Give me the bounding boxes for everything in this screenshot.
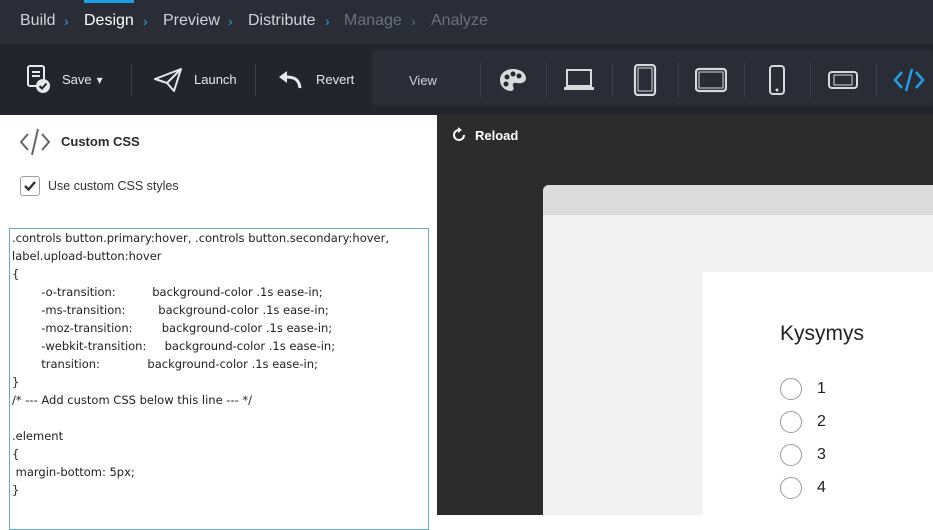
view-label: View (409, 73, 437, 88)
code-line: -ms-transition: background-color .1s eas… (12, 303, 329, 317)
option-label: 1 (817, 380, 826, 397)
radio-button[interactable] (780, 444, 802, 466)
option-label: 3 (817, 446, 826, 463)
save-button[interactable]: Save ▾ (26, 44, 112, 115)
code-icon[interactable] (891, 62, 927, 98)
radio-button[interactable] (780, 411, 802, 433)
radio-button[interactable] (780, 477, 802, 499)
preview-frame: Kysymys 1 2 3 4 (543, 185, 933, 515)
view-divider (810, 62, 811, 98)
nav-build[interactable]: Build (20, 12, 56, 30)
question-title: Kysymys (780, 322, 864, 345)
phone-landscape-icon[interactable] (825, 62, 861, 98)
preview-panel: Reload Kysymys 1 2 3 4 (437, 115, 933, 515)
save-document-icon (26, 64, 52, 95)
option-label: 4 (817, 479, 826, 496)
code-line: -moz-transition: background-color .1s ea… (12, 321, 333, 335)
preview-frame-header (543, 185, 933, 215)
tablet-portrait-icon[interactable] (627, 62, 663, 98)
chevron-right-icon: › (143, 13, 148, 29)
view-divider (744, 62, 745, 98)
chevron-down-icon: ▾ (96, 72, 103, 87)
code-line: { (12, 447, 20, 461)
question-card: Kysymys 1 2 3 4 (703, 272, 933, 515)
code-line: .controls button.primary:hover, .control… (12, 231, 390, 245)
palette-icon[interactable] (495, 62, 531, 98)
code-line: .element (12, 429, 64, 443)
nav-preview[interactable]: Preview (163, 12, 220, 30)
code-icon (19, 127, 51, 162)
code-line: margin-bottom: 5px; (12, 465, 135, 479)
answer-option[interactable]: 1 (780, 378, 933, 402)
desktop-icon[interactable] (561, 62, 597, 98)
toolbar-divider (255, 64, 256, 96)
panel-title: Custom CSS (61, 134, 140, 149)
code-line: /* --- Add custom CSS below this line --… (12, 393, 253, 407)
revert-label: Revert (316, 72, 355, 87)
answer-option[interactable]: 3 (780, 444, 933, 468)
toolbar-divider (131, 64, 132, 96)
checkmark-icon (24, 181, 36, 192)
chevron-right-icon: › (228, 13, 233, 29)
chevron-right-icon: › (325, 13, 330, 29)
answer-option[interactable]: 4 (780, 477, 933, 501)
code-line: transition: background-color .1s ease-in… (12, 357, 318, 371)
code-line: { (12, 267, 20, 281)
launch-label: Launch (194, 72, 237, 87)
custom-css-checkbox[interactable] (20, 176, 40, 196)
code-line: -o-transition: background-color .1s ease… (12, 285, 323, 299)
view-divider (876, 62, 877, 98)
toolbar: Save ▾ Launch Revert View (0, 44, 933, 115)
option-label: 2 (817, 413, 826, 430)
view-divider (678, 62, 679, 98)
custom-css-checkbox-label[interactable]: Use custom CSS styles (48, 179, 179, 193)
code-line: } (12, 375, 20, 389)
nav-analyze: Analyze (431, 12, 488, 29)
radio-button[interactable] (780, 378, 802, 400)
code-line: } (12, 483, 20, 497)
save-label: Save (62, 72, 92, 87)
view-divider (612, 62, 613, 98)
launch-button[interactable]: Launch (154, 44, 240, 115)
paper-plane-icon (154, 67, 182, 92)
custom-css-panel: Custom CSS Use custom CSS styles .contro… (0, 115, 437, 530)
undo-arrow-icon (278, 70, 302, 90)
chevron-right-icon: › (64, 13, 69, 29)
chevron-right-icon: › (411, 13, 416, 29)
css-code-editor[interactable]: .controls button.primary:hover, .control… (9, 228, 429, 530)
nav-distribute[interactable]: Distribute (248, 12, 316, 30)
nav-manage: Manage (344, 12, 402, 29)
phone-portrait-icon[interactable] (759, 62, 795, 98)
reload-icon (451, 127, 467, 143)
nav-design[interactable]: Design (84, 12, 134, 30)
tablet-landscape-icon[interactable] (693, 62, 729, 98)
code-line: -webkit-transition: background-color .1s… (12, 339, 336, 353)
answer-option[interactable]: 2 (780, 411, 933, 435)
reload-label: Reload (475, 127, 519, 143)
view-divider (480, 62, 481, 98)
view-divider (546, 62, 547, 98)
revert-button[interactable]: Revert (278, 44, 358, 115)
active-tab-indicator (84, 0, 134, 3)
code-line: label.upload-button:hover (12, 249, 162, 263)
top-nav: Build › Design › Preview › Distribute › … (0, 0, 933, 44)
reload-button[interactable]: Reload (451, 127, 518, 143)
